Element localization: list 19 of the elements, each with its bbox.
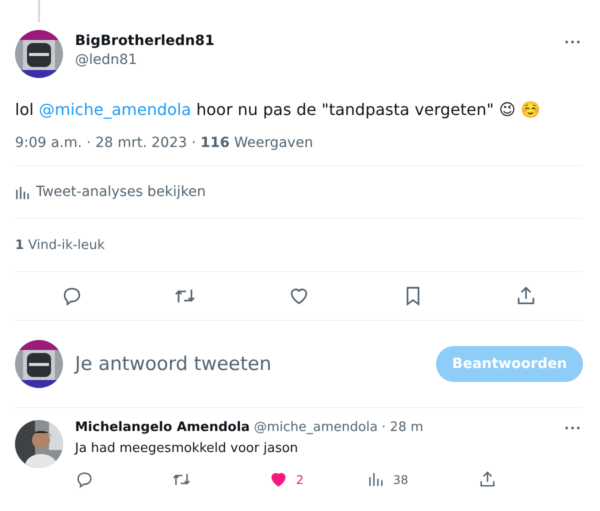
action-count: 2 xyxy=(296,472,304,486)
author-handle[interactable]: @miche_amendola xyxy=(254,420,378,435)
chart-icon[interactable] xyxy=(366,470,385,489)
author-name[interactable]: BigBrotherledn81 xyxy=(75,33,215,49)
analytics-link[interactable]: Tweet-analyses bekijken xyxy=(15,184,206,200)
reply-text: Ja had meegesmokkeld voor jason xyxy=(75,441,300,456)
tweet-text: lol @miche_amendola hoor nu pas de "tandpasta vergeten" 😉 ☺ xyxy=(15,99,542,121)
reply-icon[interactable] xyxy=(75,470,94,489)
action-count: 38 xyxy=(393,472,408,486)
author-name[interactable]: Michelangelo Amendola xyxy=(75,420,250,435)
tweet-time[interactable]: · 28 m xyxy=(382,420,424,435)
author-handle[interactable]: @ledn81 xyxy=(75,52,215,68)
tweet-meta: 9:09 a.m. · 28 mrt. 2023 · 116 Weergaven xyxy=(15,135,314,153)
chart-icon xyxy=(15,184,30,200)
more-icon[interactable] xyxy=(565,40,580,44)
heart-icon[interactable] xyxy=(269,470,288,489)
more-icon[interactable] xyxy=(565,426,580,430)
share-icon[interactable] xyxy=(478,470,497,489)
likes-count[interactable]: 1 Vind-ik-leuk xyxy=(15,238,105,252)
